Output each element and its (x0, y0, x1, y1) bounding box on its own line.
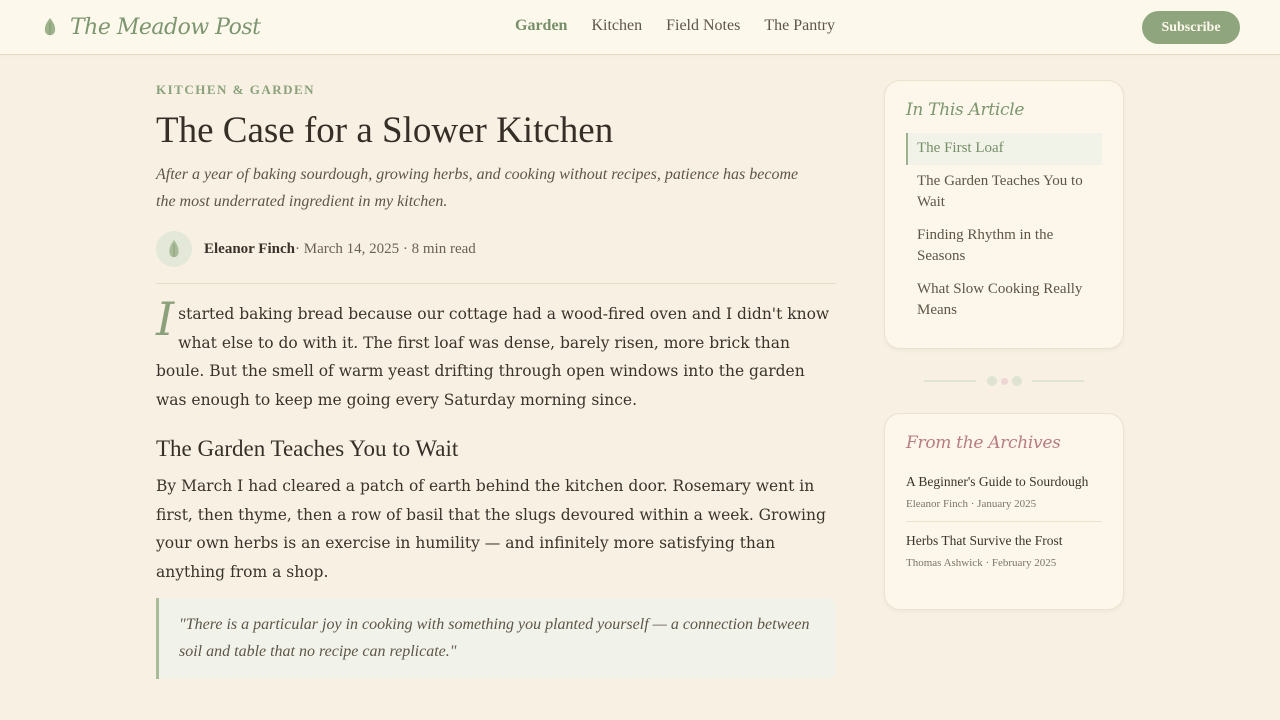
toc-title: In This Article (906, 100, 1025, 120)
brand[interactable]: The Meadow Post (42, 9, 261, 45)
toc-list: The First Loaf The Garden Teaches You to… (885, 133, 1123, 327)
leaf-icon (44, 18, 56, 36)
ornament-line (1032, 380, 1084, 382)
leaf-icon (169, 240, 179, 258)
toc-item-garden-teaches[interactable]: The Garden Teaches You to Wait (906, 166, 1102, 219)
site-header: The Meadow Post Garden Kitchen Field Not… (0, 0, 1280, 55)
archive-item[interactable]: A Beginner's Guide to Sourdough Eleanor … (906, 472, 1102, 521)
article-paragraph: By March I had cleared a patch of earth … (156, 477, 826, 581)
nav-item-garden[interactable]: Garden (515, 17, 567, 35)
toc-item-the-first-loaf[interactable]: The First Loaf (906, 133, 1102, 165)
nav-item-kitchen[interactable]: Kitchen (591, 17, 642, 35)
pull-quote: "There is a particular joy in cooking wi… (156, 598, 836, 679)
toc-item-slow-cooking[interactable]: What Slow Cooking Really Means (906, 274, 1102, 327)
ornament-dot (1000, 377, 1008, 385)
toc-item-finding-rhythm[interactable]: Finding Rhythm in the Seasons (906, 220, 1102, 273)
nav-item-field-notes[interactable]: Field Notes (666, 17, 740, 35)
ornament-dot (1011, 376, 1022, 386)
archive-list: A Beginner's Guide to Sourdough Eleanor … (885, 472, 1123, 580)
table-of-contents: In This Article The First Loaf The Garde… (884, 80, 1124, 349)
article-paragraph: Istarted baking bread because our cottag… (156, 296, 836, 414)
avatar[interactable] (156, 231, 192, 267)
section-heading: The Garden Teaches You to Wait (156, 436, 459, 461)
archive-item[interactable]: Herbs That Survive the Frost Thomas Ashw… (906, 521, 1102, 580)
brand-name: The Meadow Post (70, 14, 261, 40)
archive-item-meta: Thomas Ashwick · February 2025 (906, 557, 1057, 569)
ornament-dots (986, 376, 1022, 386)
subscribe-button[interactable]: Subscribe (1142, 11, 1240, 44)
paragraph-text: started baking bread because our cottage… (156, 305, 830, 409)
ornament-dot (986, 376, 997, 386)
article-meta: · March 14, 2025 · 8 min read (294, 240, 476, 257)
archive-item-title[interactable]: A Beginner's Guide to Sourdough (906, 472, 1102, 492)
article: KITCHEN & GARDEN The Case for a Slower K… (156, 80, 836, 679)
nav-item-the-pantry[interactable]: The Pantry (764, 17, 835, 35)
ornament-line (924, 380, 976, 382)
main-nav: Garden Kitchen Field Notes The Pantry (515, 17, 835, 35)
archives-title: From the Archives (906, 433, 1061, 453)
byline: Eleanor Finch · March 14, 2025 · 8 min r… (156, 231, 836, 267)
article-subtitle: After a year of baking sourdough, growin… (156, 166, 799, 210)
divider (156, 283, 836, 284)
drop-cap: I (156, 292, 175, 346)
ornament-divider (924, 375, 1084, 387)
archive-item-meta: Eleanor Finch · January 2025 (906, 498, 1037, 510)
article-title: The Case for a Slower Kitchen (156, 110, 614, 151)
author-name[interactable]: Eleanor Finch (204, 241, 295, 258)
archives-card: From the Archives A Beginner's Guide to … (884, 413, 1124, 610)
article-category[interactable]: KITCHEN & GARDEN (156, 82, 836, 98)
archive-item-title[interactable]: Herbs That Survive the Frost (906, 531, 1102, 551)
